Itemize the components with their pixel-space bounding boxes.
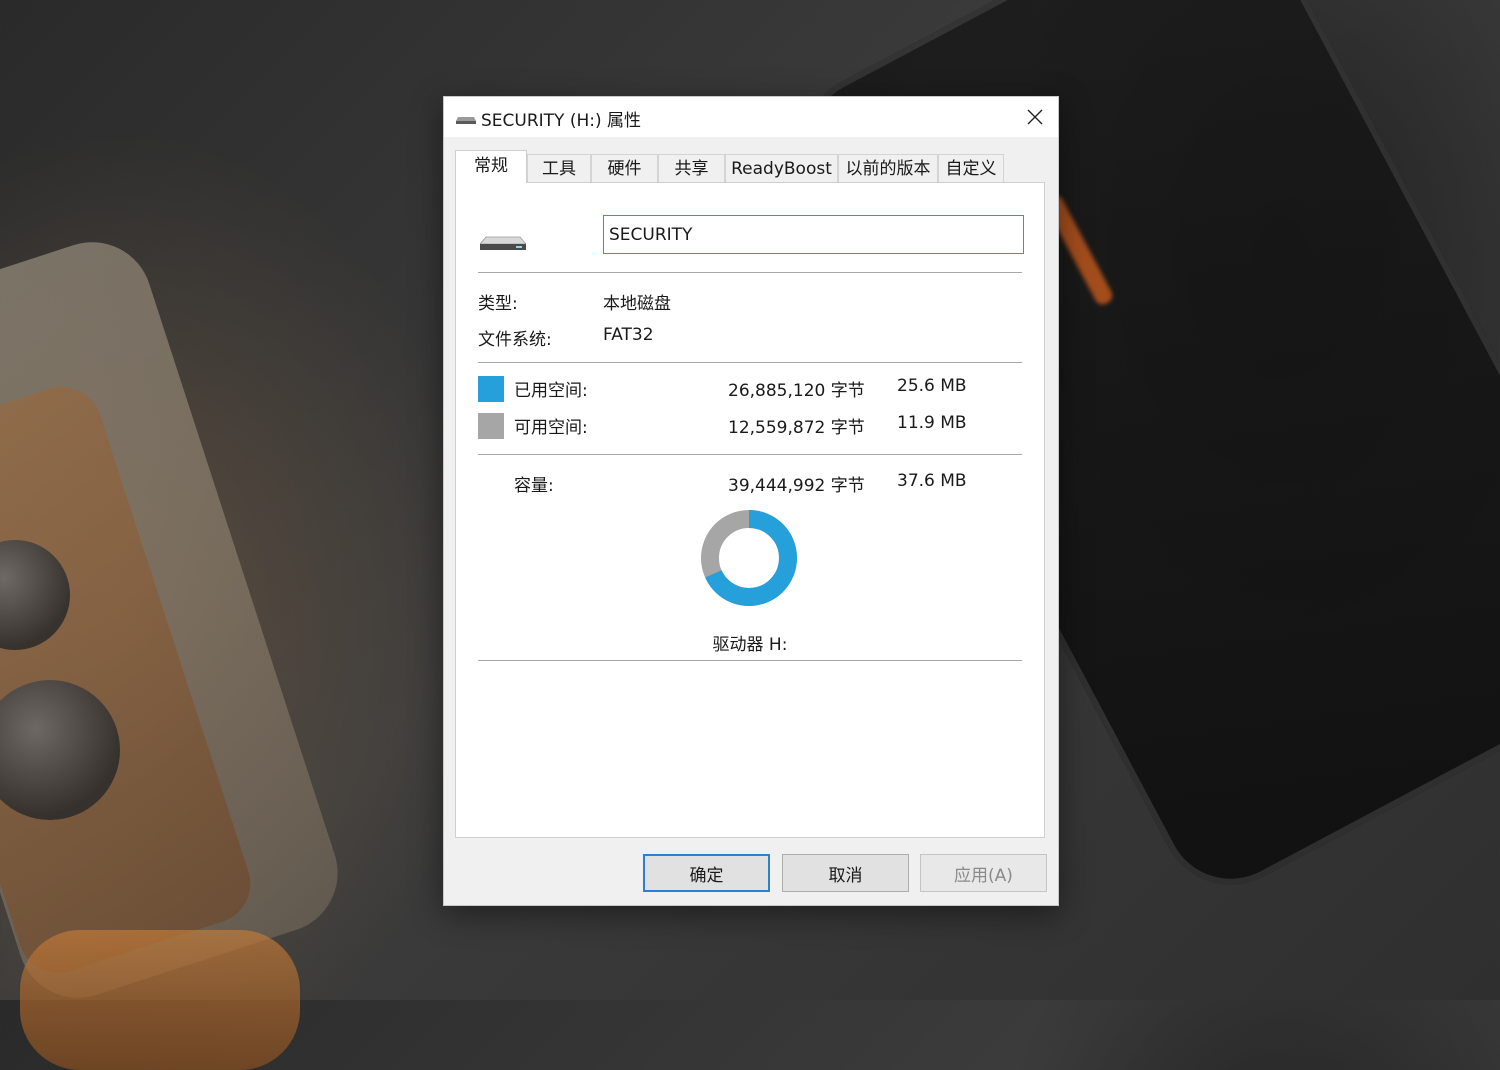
ok-button[interactable]: 确定 [643,854,770,892]
tab-sharing[interactable]: 共享 [658,154,725,182]
filesystem-value: FAT32 [603,325,654,345]
type-label: 类型: [478,294,518,314]
apply-button[interactable]: 应用(A) [920,854,1047,892]
background-wood-block [20,930,300,1070]
free-space-label: 可用空间: [514,418,588,438]
tab-tools[interactable]: 工具 [527,154,591,182]
free-space-swatch [478,413,504,439]
cancel-button[interactable]: 取消 [782,854,909,892]
separator [478,454,1022,455]
type-value: 本地磁盘 [603,294,671,314]
free-space-size: 11.9 MB [897,413,967,433]
tab-customize[interactable]: 自定义 [938,154,1004,182]
filesystem-label: 文件系统: [478,330,552,350]
used-space-swatch [478,376,504,402]
free-space-bytes: 12,559,872 字节 [728,418,865,438]
used-space-size: 25.6 MB [897,376,967,396]
volume-name-input[interactable] [603,215,1024,254]
properties-dialog: SECURITY (H:) 属性 常规 工具 硬件 共享 ReadyBoost … [443,96,1059,906]
capacity-bytes: 39,444,992 字节 [728,476,865,496]
drive-letter-label: 驱动器 H: [712,635,788,655]
capacity-size: 37.6 MB [897,471,967,491]
used-space-label: 已用空间: [514,381,588,401]
tab-previous-versions[interactable]: 以前的版本 [838,154,938,182]
tab-readyboost[interactable]: ReadyBoost [725,154,838,182]
tab-hardware[interactable]: 硬件 [591,154,658,182]
drive-icon [480,236,526,250]
separator [478,660,1022,661]
window-title: SECURITY (H:) 属性 [481,111,642,131]
title-bar[interactable]: SECURITY (H:) 属性 [444,97,1058,137]
capacity-label: 容量: [514,476,554,496]
used-space-bytes: 26,885,120 字节 [728,381,865,401]
tab-general[interactable]: 常规 [455,150,527,183]
usage-donut-chart [701,510,797,606]
close-icon [1027,109,1043,125]
separator [478,362,1022,363]
general-tab-panel: 类型: 本地磁盘 文件系统: FAT32 已用空间: 26,885,120 字节… [455,182,1045,838]
close-button[interactable] [1012,97,1058,137]
separator [478,272,1022,273]
drive-icon [456,117,476,124]
